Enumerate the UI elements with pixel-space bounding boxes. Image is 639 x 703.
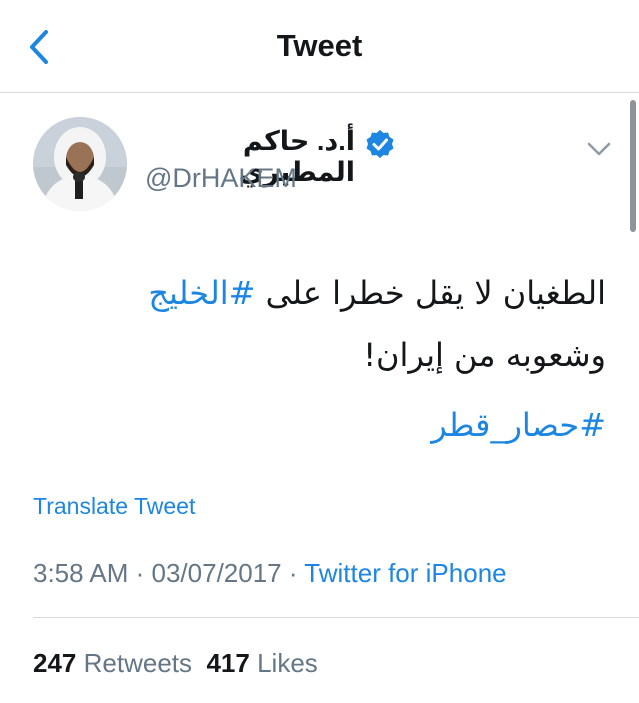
retweets-label: Retweets xyxy=(83,648,193,678)
tweet-date: 03/07/2017 xyxy=(151,558,282,588)
verified-icon xyxy=(366,130,394,158)
tweet-line-1: الطغيان لا يقل خطرا على #الخليج xyxy=(90,262,606,324)
tweet-text-segment: الطغيان لا يقل خطرا على xyxy=(255,274,606,312)
retweets-stat[interactable]: 247 Retweets xyxy=(33,648,192,678)
tweet-source-link[interactable]: Twitter for iPhone xyxy=(304,558,506,588)
page-title: Tweet xyxy=(276,28,363,63)
navigation-bar: Tweet xyxy=(0,0,639,93)
tweet-stats: 247 Retweets 417 Likes xyxy=(33,648,318,679)
likes-label: Likes xyxy=(257,648,318,678)
hashtag-link[interactable]: #الخليج xyxy=(148,274,255,312)
meta-separator: · xyxy=(128,558,152,588)
avatar[interactable] xyxy=(33,117,127,211)
author-username[interactable]: @DrHAKEM xyxy=(145,163,297,194)
hashtag-link[interactable]: #حصار_قطر xyxy=(431,406,606,444)
scrollbar[interactable] xyxy=(630,100,636,232)
tweet-text: الطغيان لا يقل خطرا على #الخليج وشعوبه م… xyxy=(90,262,606,456)
likes-stat[interactable]: 417 Likes xyxy=(206,648,317,678)
tweet-line-3: #حصار_قطر xyxy=(90,394,606,456)
verified-badge xyxy=(365,129,395,159)
divider xyxy=(33,617,639,618)
chevron-down-icon xyxy=(587,142,611,156)
tweet-options-button[interactable] xyxy=(584,136,614,162)
retweets-count: 247 xyxy=(33,648,77,678)
meta-separator: · xyxy=(281,558,305,588)
tweet-meta: 3:58 AM · 03/07/2017 · Twitter for iPhon… xyxy=(33,558,507,589)
avatar-image xyxy=(33,117,127,211)
likes-count: 417 xyxy=(206,648,250,678)
tweet-time: 3:58 AM xyxy=(33,558,129,588)
translate-tweet-link[interactable]: Translate Tweet xyxy=(33,493,195,520)
tweet-line-2: وشعوبه من إيران! xyxy=(363,336,606,374)
